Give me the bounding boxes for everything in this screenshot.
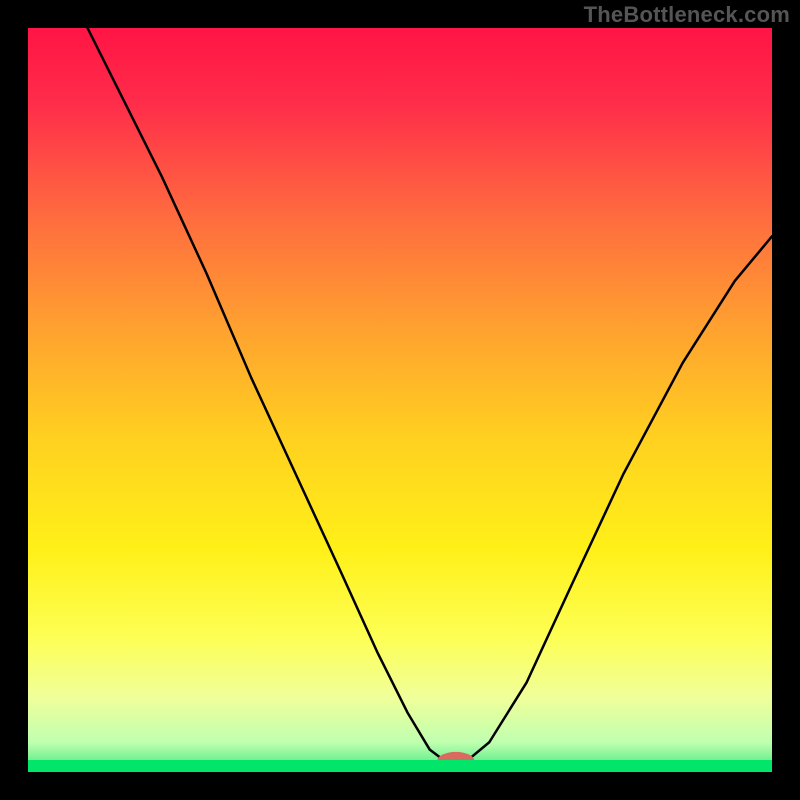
chart-container: TheBottleneck.com — [0, 0, 800, 800]
plot-area — [28, 28, 772, 772]
attribution-label: TheBottleneck.com — [584, 2, 790, 28]
chart-svg — [28, 28, 772, 772]
green-baseline-bar — [28, 760, 772, 772]
chart-background — [28, 28, 772, 772]
